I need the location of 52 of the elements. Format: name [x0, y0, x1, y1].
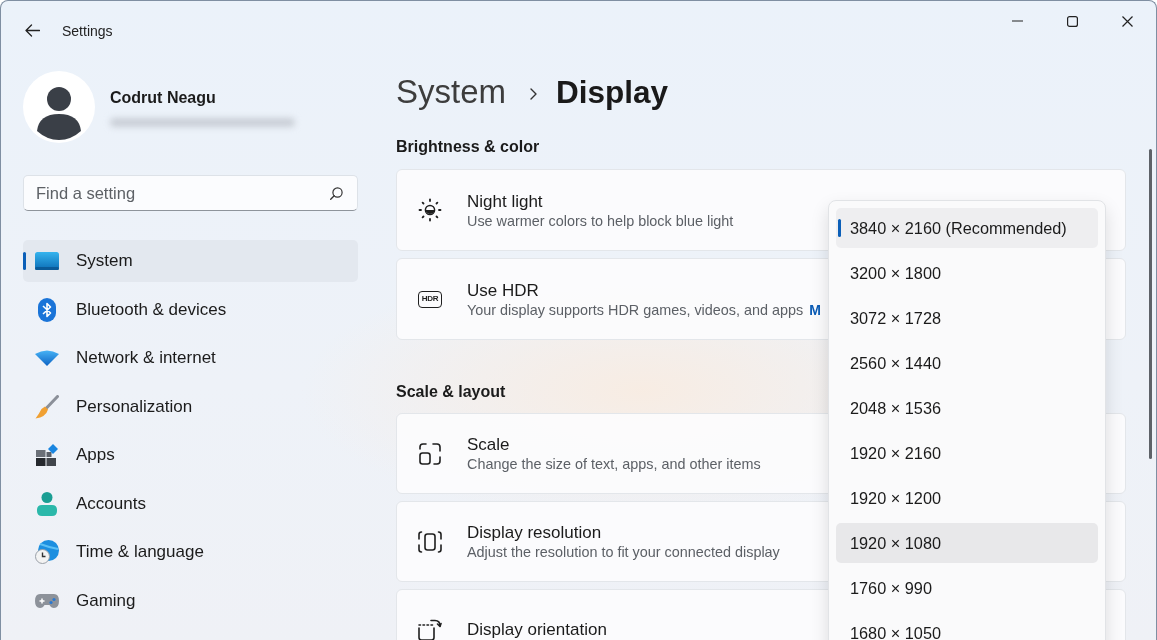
card-title: Display resolution — [467, 522, 603, 543]
sidebar-item[interactable]: Gaming — [23, 579, 358, 622]
section-heading: Scale & layout — [396, 382, 507, 402]
window-title: Settings — [62, 22, 113, 39]
back-arrow-icon — [24, 24, 40, 37]
breadcrumb-parent[interactable]: System — [396, 72, 507, 112]
scrollbar-thumb[interactable] — [1149, 149, 1152, 459]
card-title: Use HDR — [467, 279, 540, 301]
dropdown-option[interactable]: 2560 × 1440 — [836, 343, 1098, 383]
card-title: Night light — [467, 190, 544, 212]
sidebar-item[interactable]: Bluetooth & devices — [23, 288, 358, 331]
inline-link[interactable]: M — [809, 301, 821, 318]
screen-brackets-icon — [418, 530, 442, 553]
bluetooth-icon — [38, 297, 56, 322]
card-description: Adjust the resolution to fit your connected display — [467, 543, 780, 561]
card-description: Change the size of text, apps, and other items — [467, 455, 761, 473]
sidebar-item[interactable]: Network & internet — [23, 337, 358, 379]
card-title: Scale — [467, 434, 511, 455]
person-icon — [37, 491, 57, 516]
section-heading: Brightness & color — [396, 137, 541, 157]
card-title: Display orientation — [467, 619, 607, 640]
profile-name: Codrut Neagu — [110, 87, 217, 108]
dropdown-option[interactable]: 1920 × 2160 — [836, 433, 1098, 473]
rotate-screen-icon — [418, 618, 442, 640]
hdr-label: HDR — [418, 290, 442, 308]
search-field[interactable]: Find a setting — [23, 175, 358, 211]
wifi-icon — [35, 350, 59, 366]
dropdown-option[interactable]: 1680 × 1050 — [836, 613, 1098, 640]
dropdown-option[interactable]: 1920 × 1080 — [836, 523, 1098, 563]
sidebar-item[interactable]: Time & language — [23, 531, 358, 573]
avatar-placeholder — [23, 71, 95, 143]
close-icon — [1122, 15, 1133, 27]
minimize-icon — [1012, 20, 1023, 22]
search-icon — [330, 187, 343, 200]
sidebar-item[interactable]: System — [23, 240, 358, 282]
dropdown-option[interactable]: 3840 × 2160 (Recommended) — [836, 208, 1098, 248]
sidebar-item[interactable]: Accounts — [23, 482, 358, 525]
card-description: Use warmer colors to help block blue light — [467, 211, 734, 230]
dropdown-option[interactable]: 3072 × 1728 — [836, 298, 1098, 338]
sun-icon — [418, 198, 442, 222]
maximize-icon — [1067, 15, 1078, 27]
gamepad-icon — [35, 592, 59, 609]
sidebar-item[interactable]: Personalization — [23, 385, 358, 428]
card-description: Your display supports HDR games, videos, and apps — [467, 300, 804, 319]
page-title: Display — [556, 73, 669, 112]
chevron-right-icon — [530, 88, 538, 100]
monitor-icon — [35, 252, 59, 270]
globe-clock-icon — [35, 540, 59, 564]
apps-grid-icon — [36, 444, 58, 466]
sidebar-item[interactable]: Apps — [23, 434, 358, 476]
paintbrush-icon — [35, 394, 59, 419]
resize-icon — [419, 442, 441, 465]
